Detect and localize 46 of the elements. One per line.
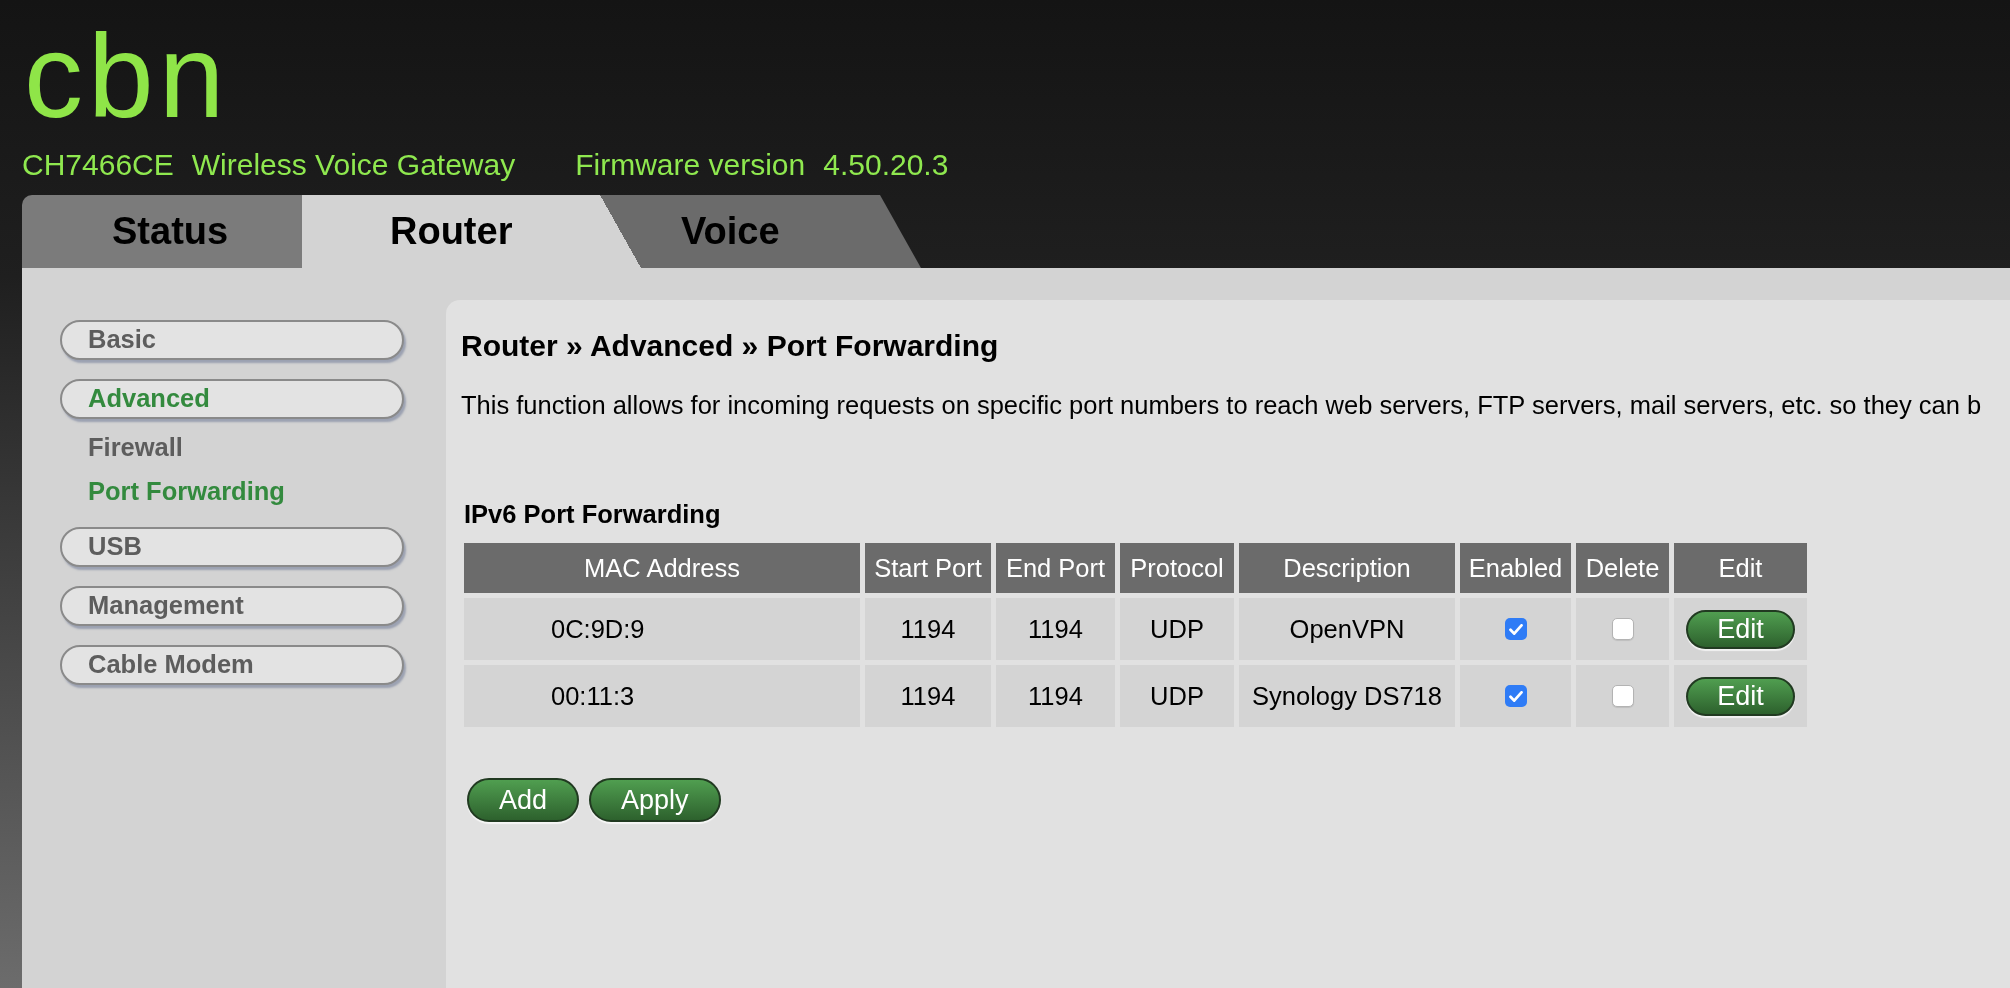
sidebar-item[interactable]: Basic [60,320,404,360]
firmware-version: 4.50.20.3 [823,148,949,182]
add-button[interactable]: Add [467,778,580,822]
section-title: IPv6 Port Forwarding [464,499,721,529]
table-cell: 1194 [996,665,1115,727]
firmware-label: Firmware version [575,148,806,182]
column-header: Enabled [1460,543,1571,593]
sidebar-item[interactable]: Management [60,586,404,626]
table-cell: 0C:9D:9 [464,598,860,660]
table-cell: 1194 [996,598,1115,660]
column-header: Description [1239,543,1455,593]
delete-checkbox[interactable] [1611,685,1634,707]
checkmark-icon [1508,690,1523,702]
tab[interactable]: Voice [641,195,921,268]
column-header: MAC Address [464,543,860,593]
table-cell: 1194 [865,598,991,660]
breadcrumb: Router » Advanced » Port Forwarding [461,329,999,363]
logo: cbn [24,17,230,137]
apply-button[interactable]: Apply [589,778,721,822]
description-text: This function allows for incoming requests on specific port numbers to reach web servers, FTP servers, mail servers, etc. so they can b [461,390,1982,420]
edit-button[interactable]: Edit [1686,676,1795,716]
enabled-checkbox[interactable] [1504,618,1527,640]
column-header: Protocol [1120,543,1234,593]
sidebar-item[interactable]: Advanced [60,379,404,419]
product-name: Wireless Voice Gateway [191,148,516,182]
table-cell: UDP [1120,665,1234,727]
tab[interactable]: Router [302,195,641,268]
tab[interactable]: Status [22,195,302,268]
sidebar-item[interactable]: USB [60,527,404,567]
sidebar-subitem[interactable]: Port Forwarding [88,476,285,506]
table-cell: UDP [1120,598,1234,660]
column-header: Edit [1674,543,1807,593]
column-header: Delete [1576,543,1669,593]
model-name: CH7466CE [22,148,174,182]
sidebar-subitem[interactable]: Firewall [88,432,183,462]
column-header: End Port [996,543,1115,593]
sidebar-item[interactable]: Cable Modem [60,645,404,685]
table-cell: 1194 [865,665,991,727]
table-cell: Synology DS718 [1239,665,1455,727]
table-cell: OpenVPN [1239,598,1455,660]
table-cell: 00:11:3 [464,665,860,727]
edit-button[interactable]: Edit [1686,609,1795,649]
enabled-checkbox[interactable] [1504,685,1527,707]
checkmark-icon [1508,623,1523,635]
column-header: Start Port [865,543,991,593]
delete-checkbox[interactable] [1611,618,1634,640]
